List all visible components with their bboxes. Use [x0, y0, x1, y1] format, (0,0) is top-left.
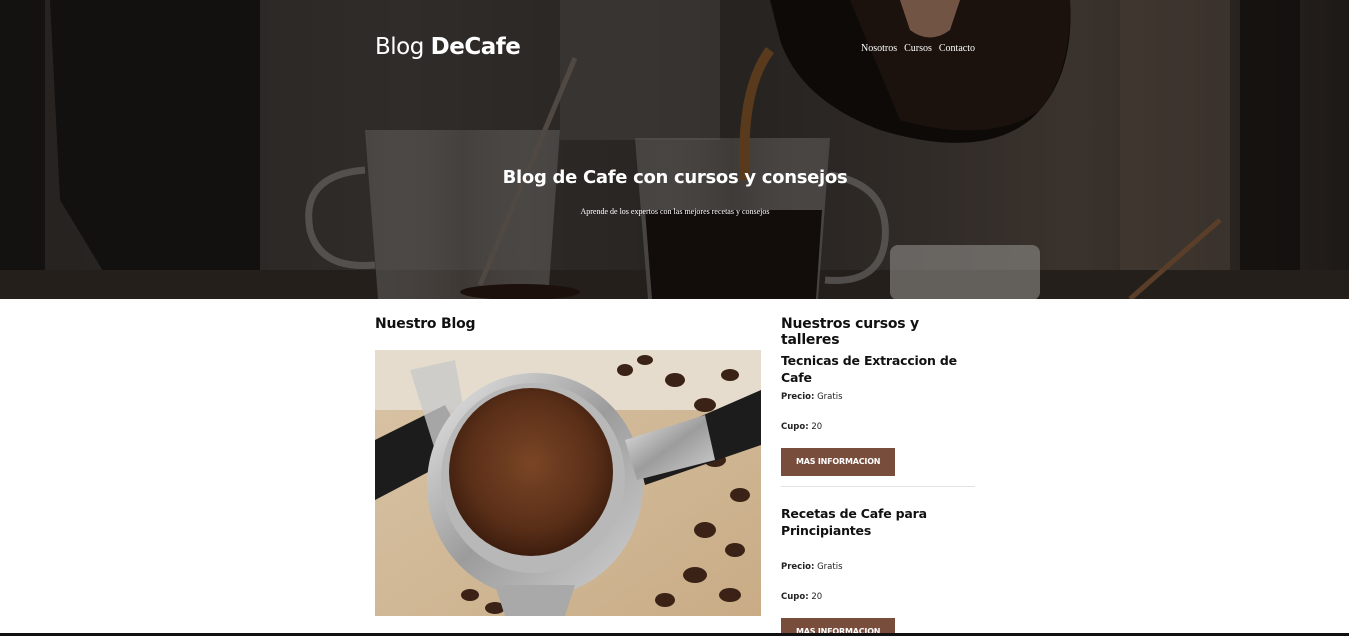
courses-section-title: Nuestros cursos y talleres: [781, 316, 919, 348]
courses-section: Nuestros cursos y talleres Tecnicas de E…: [781, 299, 975, 636]
mas-informacion-button[interactable]: MAS INFORMACION: [781, 448, 896, 476]
hero-subtitle: Aprende de los expertos con las mejores …: [580, 207, 770, 216]
site-logo[interactable]: Blog DeCafe: [375, 34, 521, 60]
main-nav: Nosotros Cursos Contacto: [861, 43, 975, 54]
hero-section: Blog DeCafe Nosotros Cursos Contacto Blo…: [0, 0, 1349, 299]
price-value: Gratis: [817, 392, 843, 402]
course-price: Precio: Gratis: [781, 562, 843, 572]
course-title: Recetas de Cafe para Principiantes: [781, 506, 927, 538]
blog-section-title: Nuestro Blog: [375, 316, 476, 332]
course-seats: Cupo: 20: [781, 592, 822, 602]
price-label: Precio:: [781, 392, 815, 402]
nav-link-cursos[interactable]: Cursos: [904, 43, 932, 54]
logo-bold-text: DeCafe: [430, 34, 521, 60]
course-seats: Cupo: 20: [781, 422, 822, 432]
course-card: Recetas de Cafe para Principiantes: [781, 505, 975, 539]
nav-link-contacto[interactable]: Contacto: [939, 43, 975, 54]
course-divider: [781, 486, 975, 487]
course-title: Tecnicas de Extraccion de Cafe: [781, 353, 957, 385]
seats-label: Cupo:: [781, 592, 809, 602]
logo-light-text: Blog: [375, 34, 431, 60]
coffee-portafilter-image: [375, 350, 761, 616]
site-header: Blog DeCafe Nosotros Cursos Contacto: [375, 30, 975, 70]
main-content: Nuestro Blog Nuestros cursos y talleres …: [0, 299, 1349, 636]
course-card: Tecnicas de Extraccion de Cafe: [781, 352, 975, 386]
blog-section: Nuestro Blog: [375, 299, 761, 616]
blog-entry-image[interactable]: [375, 350, 761, 616]
seats-value: 20: [811, 592, 823, 602]
nav-link-nosotros[interactable]: Nosotros: [861, 43, 897, 54]
course-price: Precio: Gratis: [781, 392, 843, 402]
seats-label: Cupo:: [781, 422, 809, 432]
price-label: Precio:: [781, 562, 815, 572]
seats-value: 20: [811, 422, 823, 432]
hero-title: Blog de Cafe con cursos y consejos: [502, 167, 848, 189]
price-value: Gratis: [817, 562, 843, 572]
